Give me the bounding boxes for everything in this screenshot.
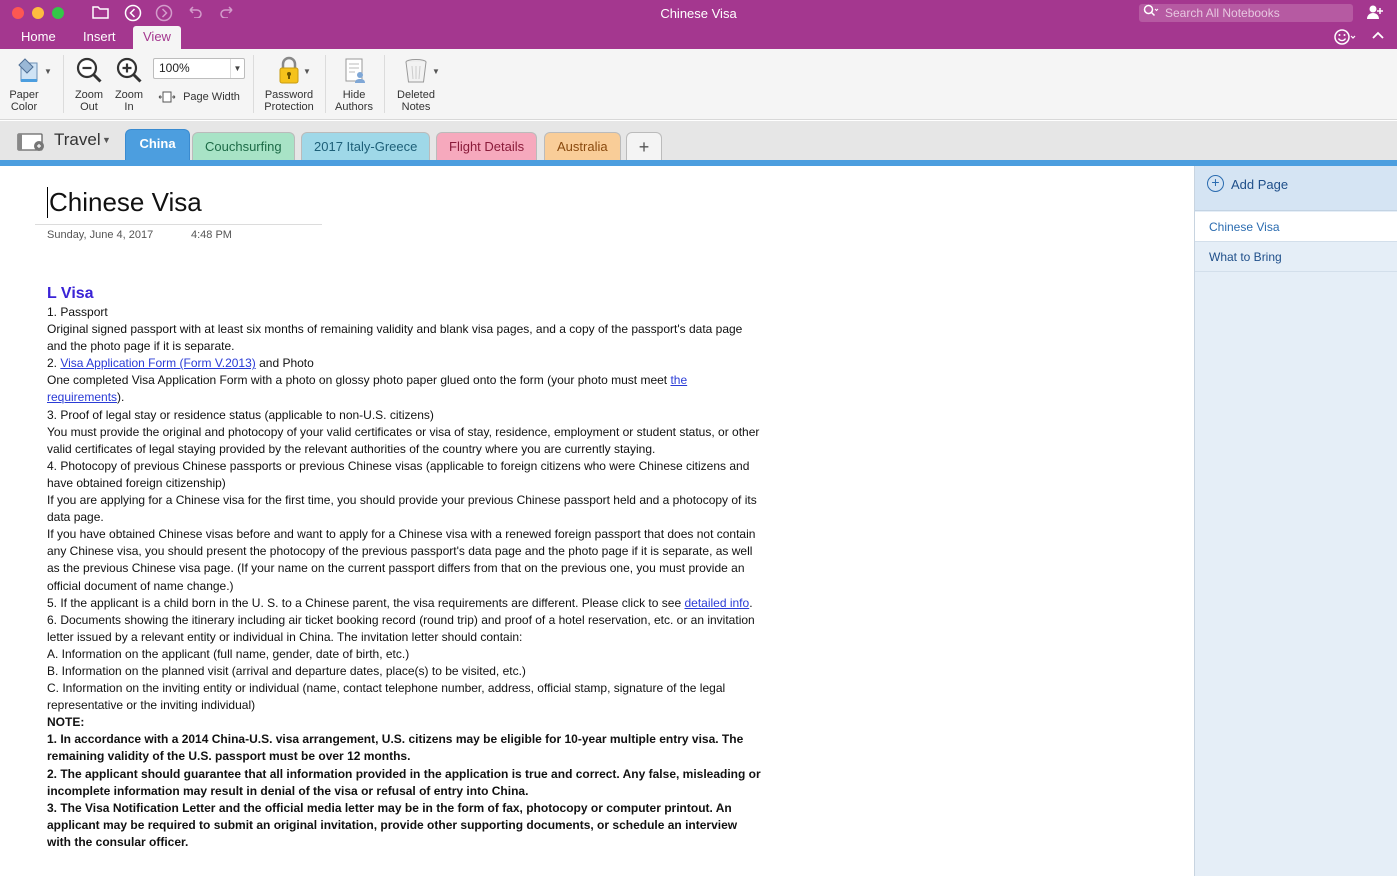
password-dropdown-icon[interactable]: ▼ — [303, 67, 311, 76]
deleted-notes-dropdown-icon[interactable]: ▼ — [432, 67, 440, 76]
zoom-dropdown-icon[interactable]: ▼ — [230, 59, 244, 78]
padlock-icon — [274, 55, 304, 85]
page-canvas[interactable]: Chinese Visa Sunday, June 4, 2017 4:48 P… — [0, 166, 1194, 876]
list-item: 3. Proof of legal stay or residence stat… — [47, 407, 434, 422]
list-item-desc: One completed Visa Application Form with… — [47, 372, 761, 406]
paper-color-label: Paper Color — [9, 89, 39, 113]
collapse-ribbon-icon[interactable] — [1372, 29, 1384, 43]
zoom-out-label: Zoom Out — [74, 89, 104, 113]
sub-item: B. Information on the planned visit (arr… — [47, 663, 526, 678]
password-protection-label: Password Protection — [264, 89, 314, 113]
tab-home[interactable]: Home — [11, 26, 66, 49]
sub-item: A. Information on the applicant (full na… — [47, 646, 410, 661]
search-placeholder: Search All Notebooks — [1165, 6, 1280, 20]
pages-panel: + Add Page Chinese Visa What to Bring — [1194, 166, 1397, 876]
notebook-dropdown-icon[interactable]: ▼ — [102, 135, 111, 145]
deleted-notes-button[interactable]: Deleted Notes — [392, 49, 440, 113]
add-page-label: Add Page — [1231, 177, 1289, 192]
page-title[interactable]: Chinese Visa — [47, 187, 202, 218]
zoom-in-button[interactable]: Zoom In — [112, 49, 146, 113]
list-item-desc: If you are applying for a Chinese visa f… — [47, 493, 757, 525]
list-item: 6. Documents showing the itinerary inclu… — [47, 612, 755, 644]
note-body[interactable]: L Visa 1. Passport Original signed passp… — [47, 284, 761, 851]
toolbar-divider — [325, 55, 326, 113]
zoom-out-button[interactable]: Zoom Out — [72, 49, 106, 113]
search-all-notebooks-input[interactable]: Search All Notebooks — [1139, 4, 1353, 22]
section-tab-china[interactable]: China — [125, 129, 190, 160]
list-item-desc-text: One completed Visa Application Form with… — [47, 373, 671, 388]
section-tab-bar: Travel ▼ China Couchsurfing 2017 Italy-G… — [0, 121, 1397, 160]
page-width-label: Page Width — [183, 91, 240, 103]
ribbon-tab-bar: Home Insert View — [0, 26, 1397, 49]
add-page-button[interactable]: + Add Page — [1195, 166, 1397, 211]
zoom-out-icon — [74, 55, 104, 85]
list-item-text: 5. If the applicant is a child born in t… — [47, 595, 685, 610]
list-item-desc: Original signed passport with at least s… — [47, 322, 743, 354]
note-item: 2. The applicant should guarantee that a… — [47, 766, 761, 798]
toolbar-divider — [253, 55, 254, 113]
hide-authors-button[interactable]: Hide Authors — [332, 49, 376, 113]
list-item: 5. If the applicant is a child born in t… — [47, 595, 761, 612]
paper-color-icon — [15, 55, 45, 85]
add-section-button[interactable]: + — [626, 132, 662, 160]
note-item: 1. In accordance with a 2014 China-U.S. … — [47, 732, 744, 764]
section-tab-australia[interactable]: Australia — [544, 132, 621, 160]
visa-form-link[interactable]: Visa Application Form (Form V.2013) — [60, 356, 255, 370]
search-icon — [1143, 4, 1159, 23]
list-item-suffix: and Photo — [255, 356, 314, 371]
zoom-in-icon — [114, 55, 144, 85]
hide-authors-icon — [339, 55, 369, 85]
list-item-end: . — [749, 595, 753, 610]
title-underline — [35, 224, 322, 225]
section-heading: L Visa — [47, 285, 94, 302]
list-item-desc: If you have obtained Chinese visas befor… — [47, 527, 756, 593]
page-time: 4:48 PM — [191, 229, 232, 241]
trash-icon — [401, 55, 431, 85]
section-tab-flight-details[interactable]: Flight Details — [436, 132, 538, 160]
notebook-name[interactable]: Travel — [54, 130, 101, 150]
page-item-chinese-visa[interactable]: Chinese Visa — [1195, 212, 1397, 242]
zoom-level-value: 100% — [159, 61, 190, 75]
share-person-icon[interactable] — [1366, 4, 1384, 23]
feedback-smiley-icon[interactable] — [1334, 28, 1356, 50]
list-item: 1. Passport — [47, 305, 108, 319]
hide-authors-label: Hide Authors — [335, 89, 373, 113]
page-width-icon — [158, 91, 176, 103]
page-date: Sunday, June 4, 2017 — [47, 229, 154, 241]
password-protection-button[interactable]: Password Protection — [261, 49, 317, 113]
toolbar-divider — [63, 55, 64, 113]
paper-color-button[interactable]: Paper Color — [7, 49, 53, 113]
tab-view[interactable]: View — [133, 26, 181, 49]
note-heading: NOTE: — [47, 715, 85, 730]
list-item-desc-end: ). — [117, 390, 125, 405]
detailed-info-link[interactable]: detailed info — [684, 596, 749, 610]
paper-color-dropdown-icon[interactable]: ▼ — [44, 67, 52, 76]
list-item: 2. Visa Application Form (Form V.2013) a… — [47, 355, 761, 372]
page-item-what-to-bring[interactable]: What to Bring — [1195, 242, 1397, 272]
section-tab-couchsurfing[interactable]: Couchsurfing — [192, 132, 295, 160]
zoom-level-select[interactable]: 100% ▼ — [153, 58, 245, 79]
toolbar-divider — [384, 55, 385, 113]
title-bar: Chinese Visa Search All Notebooks — [0, 0, 1397, 26]
zoom-in-label: Zoom In — [114, 89, 144, 113]
tab-insert[interactable]: Insert — [73, 26, 126, 49]
list-item-prefix: 2. — [47, 356, 61, 371]
add-circle-icon: + — [1207, 175, 1224, 192]
section-tab-italy-greece[interactable]: 2017 Italy-Greece — [301, 132, 431, 160]
list-item-desc: You must provide the original and photoc… — [47, 424, 760, 456]
note-item: 3. The Visa Notification Letter and the … — [47, 800, 738, 849]
notebook-icon[interactable] — [17, 132, 47, 152]
list-item: 4. Photocopy of previous Chinese passpor… — [47, 458, 750, 490]
sub-item: C. Information on the inviting entity or… — [47, 681, 726, 713]
deleted-notes-label: Deleted Notes — [397, 89, 435, 113]
page-width-button[interactable]: Page Width — [158, 91, 240, 103]
view-toolbar: Paper Color ▼ Zoom Out Zoom In 100% ▼ Pa… — [0, 49, 1397, 120]
